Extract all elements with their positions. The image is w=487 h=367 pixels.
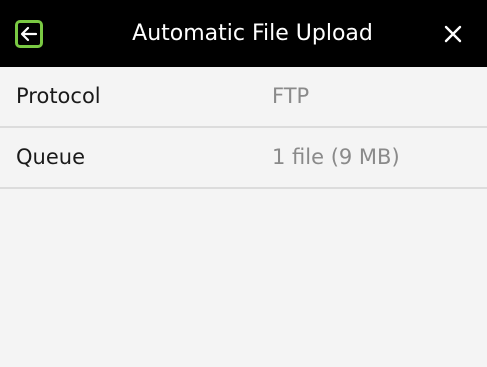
settings-list: Protocol FTP Queue 1 file (9 MB) — [0, 67, 487, 189]
close-icon — [444, 25, 462, 43]
settings-row-queue[interactable]: Queue 1 file (9 MB) — [0, 128, 487, 189]
back-button[interactable] — [15, 20, 43, 48]
page-title-text: Automatic File Upload — [132, 21, 373, 46]
setting-value: FTP — [272, 84, 310, 108]
page-title: Automatic File Upload — [0, 0, 487, 67]
header-bar: Automatic File Upload — [0, 0, 487, 67]
setting-label: Protocol — [16, 84, 101, 108]
setting-label: Queue — [16, 145, 85, 169]
settings-row-protocol[interactable]: Protocol FTP — [0, 67, 487, 128]
back-arrow-icon — [20, 26, 38, 42]
close-button[interactable] — [439, 20, 467, 48]
upload-settings-screen: Automatic File Upload Protocol FTP Queue… — [0, 0, 487, 367]
setting-value: 1 file (9 MB) — [272, 145, 400, 169]
